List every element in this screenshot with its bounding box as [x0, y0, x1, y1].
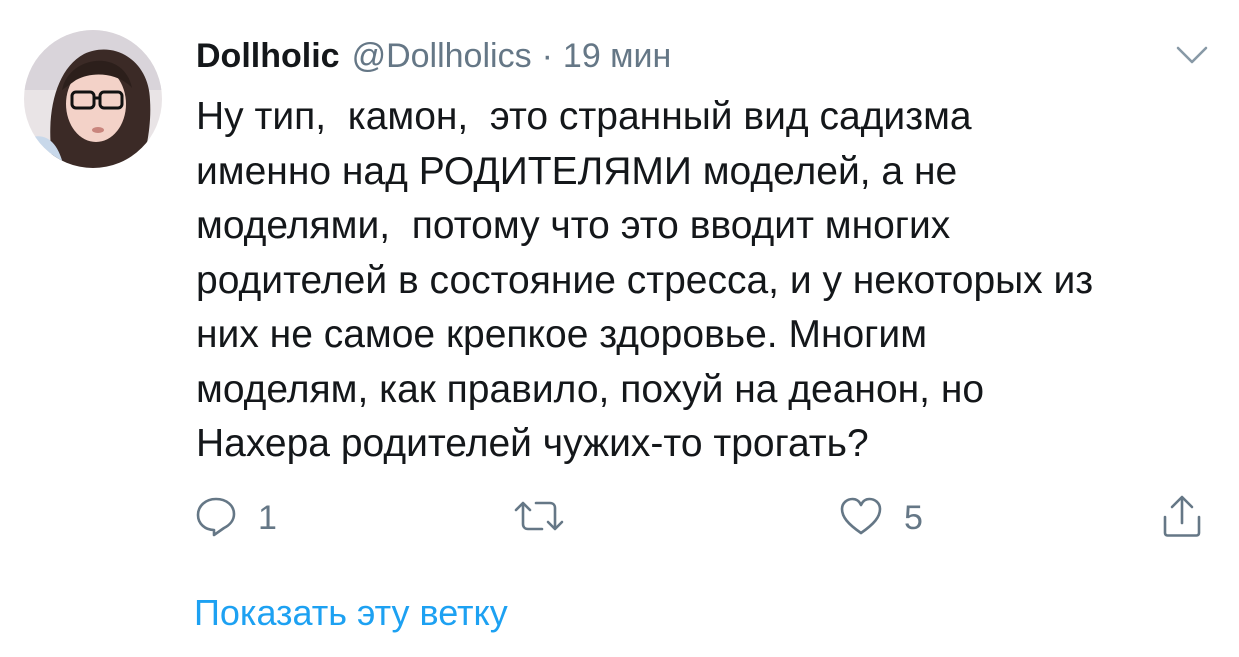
reply-count: 1	[258, 498, 277, 537]
tweet-card: Dollholic @Dollholics · 19 мин Ну тип, к…	[0, 0, 1239, 657]
like-count: 5	[904, 498, 923, 537]
share-button[interactable]	[1160, 494, 1204, 542]
retweet-button[interactable]	[512, 494, 566, 542]
heart-icon	[838, 494, 884, 543]
show-thread-link[interactable]: Показать эту ветку	[194, 592, 508, 634]
display-name[interactable]: Dollholic	[196, 37, 340, 76]
avatar[interactable]	[24, 30, 162, 168]
timestamp[interactable]: 19 мин	[563, 37, 671, 76]
tweet-header: Dollholic @Dollholics · 19 мин	[196, 30, 671, 82]
retweet-icon	[512, 494, 566, 543]
like-button[interactable]: 5	[838, 494, 923, 542]
chevron-down-icon[interactable]	[1172, 40, 1212, 70]
reply-icon	[194, 494, 238, 543]
separator-dot: ·	[541, 36, 553, 75]
avatar-image	[24, 30, 162, 168]
tweet-text: Ну тип, камон, это странный вид садизма …	[196, 95, 1094, 465]
reply-button[interactable]: 1	[194, 494, 277, 542]
share-icon	[1160, 493, 1204, 544]
user-handle[interactable]: @Dollholics	[352, 37, 532, 76]
